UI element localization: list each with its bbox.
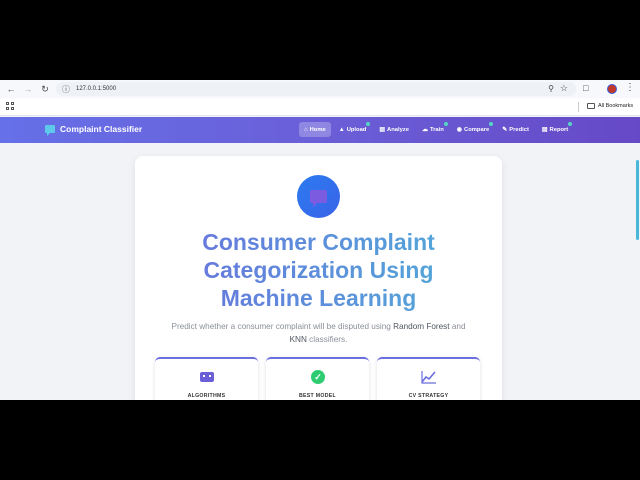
- title-line: Consumer Complaint: [202, 229, 435, 255]
- forward-icon[interactable]: →: [22, 83, 34, 95]
- bookmarks-bar: All Bookmarks: [0, 98, 640, 116]
- nav-home[interactable]: ⌂ Home: [299, 122, 331, 137]
- nav-upload[interactable]: ▲ Upload: [334, 122, 372, 137]
- title-line: Categorization Using: [203, 257, 434, 283]
- address-toolbar: ← → ↻ ⓘ 127.0.0.1:5000 ⚲ ☆ □ ⋮: [0, 80, 640, 98]
- stat-label: CV STRATEGY: [408, 393, 449, 399]
- nav-home-label: Home: [309, 126, 326, 133]
- stat-label: BEST MODEL: [298, 393, 336, 399]
- page-title: Consumer Complaint Categorization Using …: [135, 228, 502, 312]
- bookmark-star-icon[interactable]: ☆: [560, 83, 568, 94]
- nav-analyze[interactable]: ▤ Analyze: [374, 122, 414, 137]
- nav-predict-label: Predict: [509, 126, 529, 133]
- subtitle-highlight: Random Forest: [393, 322, 450, 331]
- bookmarks-divider: [578, 102, 579, 112]
- nav-compare-label: Compare: [464, 126, 490, 133]
- back-icon[interactable]: ←: [5, 83, 17, 95]
- subtitle-highlight: KNN: [289, 335, 307, 344]
- extensions-icon[interactable]: □: [583, 83, 588, 93]
- nav-train[interactable]: ☁ Train: [417, 122, 449, 137]
- nav-links: ⌂ Home ▲ Upload ▤ Analyze ☁ Train ◉ Compare ✎…: [299, 122, 576, 137]
- nav-analyze-label: Analyze: [387, 126, 409, 133]
- stat-card-best-model: ✓ BEST MODEL: [266, 357, 369, 400]
- nav-predict[interactable]: ✎ Predict: [497, 122, 534, 137]
- line-chart-icon: [421, 369, 437, 385]
- subtitle-text: classifiers.: [306, 335, 348, 344]
- subtitle-text: Predict whether a consumer complaint wil…: [171, 322, 394, 331]
- url-text[interactable]: 127.0.0.1:5000: [76, 86, 116, 92]
- cloud-icon: ☁: [421, 127, 428, 133]
- menu-dots-icon[interactable]: ⋮: [625, 82, 635, 93]
- file-icon: ▤: [541, 127, 548, 133]
- stat-card-cv-strategy: CV STRATEGY: [377, 357, 480, 400]
- browser-window: ← → ↻ ⓘ 127.0.0.1:5000 ⚲ ☆ □ ⋮ All Bookm…: [0, 80, 640, 400]
- nav-indicator-dot: [568, 122, 573, 126]
- brand-name: Complaint Classifier: [60, 124, 143, 134]
- stat-label: ALGORITHMS: [187, 393, 226, 399]
- apps-grid-icon[interactable]: [6, 102, 14, 110]
- zoom-icon[interactable]: ⚲: [548, 84, 554, 93]
- nav-upload-label: Upload: [346, 126, 367, 133]
- check-circle-icon: ✓: [310, 369, 326, 385]
- chart-icon: ▤: [379, 127, 386, 133]
- home-icon: ⌂: [304, 126, 308, 133]
- nav-report-label: Report: [549, 126, 569, 133]
- all-bookmarks-link[interactable]: All Bookmarks: [598, 103, 633, 109]
- title-line: Machine Learning: [220, 285, 417, 311]
- nav-train-label: Train: [429, 126, 444, 133]
- wand-icon: ✎: [502, 127, 508, 133]
- nav-report[interactable]: ▤ Report: [537, 122, 573, 137]
- compare-icon: ◉: [456, 127, 463, 133]
- chat-bubble-icon: [45, 125, 55, 136]
- nav-compare[interactable]: ◉ Compare: [452, 122, 494, 137]
- subtitle-text: and: [449, 322, 466, 331]
- hero-card: Consumer Complaint Categorization Using …: [135, 156, 502, 400]
- hero-chat-icon: [297, 175, 340, 218]
- folder-icon[interactable]: [587, 103, 595, 109]
- reload-icon[interactable]: ↻: [39, 83, 51, 95]
- stat-card-algorithms: ALGORITHMS: [155, 357, 258, 400]
- brand[interactable]: Complaint Classifier: [45, 124, 143, 136]
- nav-indicator-dot: [489, 122, 494, 126]
- nav-indicator-dot: [443, 122, 448, 126]
- robot-icon: [199, 369, 215, 385]
- site-info-icon[interactable]: ⓘ: [61, 84, 71, 94]
- hero-subtitle: Predict whether a consumer complaint wil…: [155, 320, 482, 346]
- nav-indicator-dot: [366, 122, 371, 126]
- app-navbar: Complaint Classifier ⌂ Home ▲ Upload ▤ Anal…: [0, 117, 640, 143]
- upload-icon: ▲: [338, 126, 345, 133]
- profile-avatar[interactable]: [607, 84, 617, 94]
- url-bar[interactable]: ⓘ 127.0.0.1:5000 ⚲ ☆: [56, 82, 576, 96]
- scrollbar[interactable]: [636, 160, 639, 240]
